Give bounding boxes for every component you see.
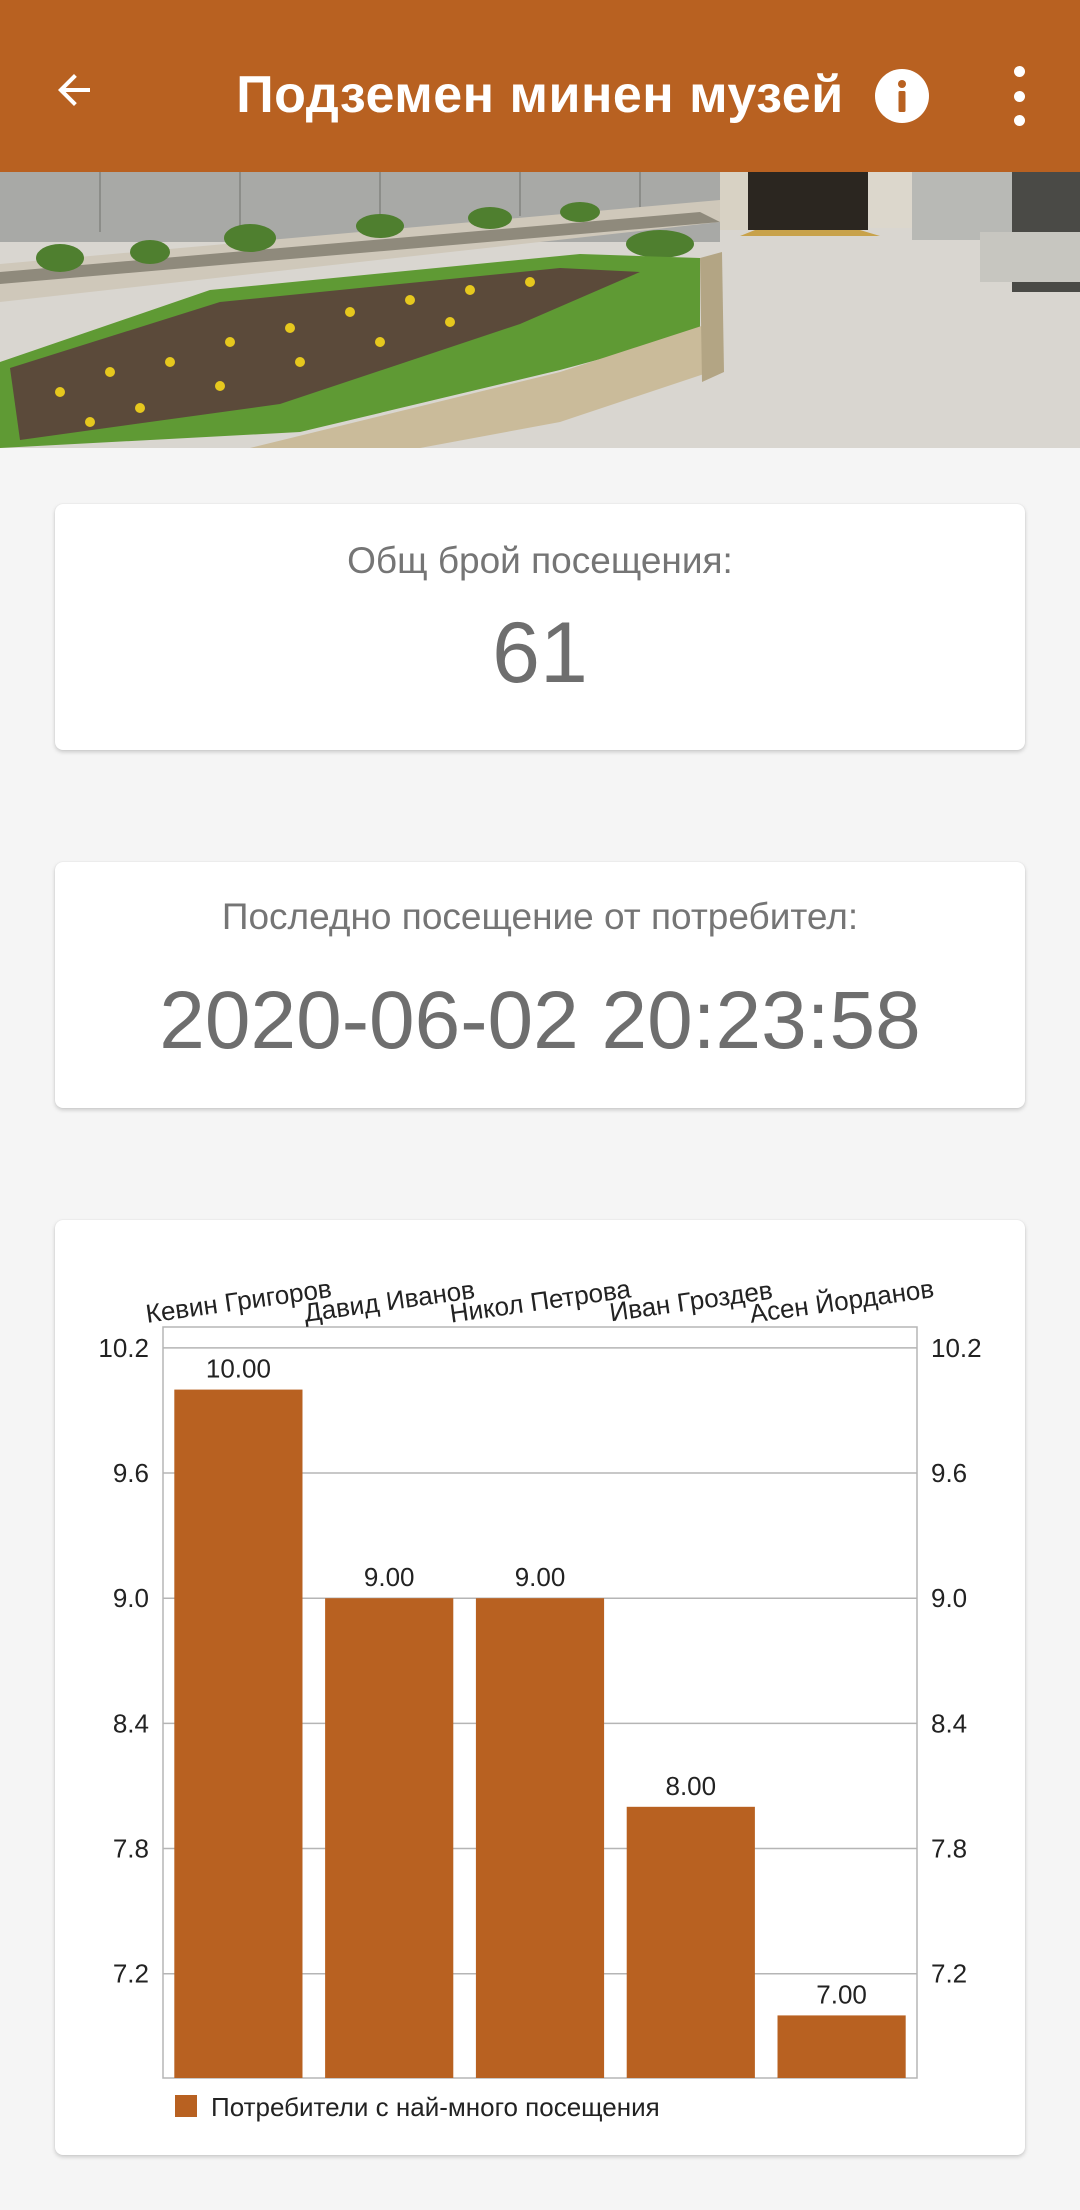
hero-image	[0, 172, 1080, 448]
bar-value-label: 10.00	[206, 1354, 271, 1384]
legend-label: Потребители с най-много посещения	[211, 2092, 660, 2122]
bar	[325, 1598, 454, 2078]
y-tick-left-label: 8.4	[113, 1708, 149, 1738]
top-users-bar-chart: 7.2 7.2 7.8 7.8 8.4 8.4 9.0 9.0 9.6 9.6 10.2 10.2 10…	[98, 1273, 982, 2122]
more-vert-icon	[1013, 66, 1025, 77]
bar-value-label: 9.00	[364, 1562, 415, 1592]
info-button[interactable]	[874, 68, 930, 124]
total-visits-card: Общ брой посещения: 61	[55, 504, 1025, 750]
total-visits-label: Общ брой посещения:	[347, 540, 733, 581]
y-tick-right-label: 7.2	[931, 1959, 967, 1989]
bar-value-label: 8.00	[665, 1771, 716, 1801]
bar-value-label: 9.00	[515, 1562, 566, 1592]
bar	[777, 2015, 906, 2078]
bar	[626, 1806, 755, 2078]
total-visits-value: 61	[492, 605, 588, 701]
info-icon	[875, 69, 929, 123]
bar	[174, 1389, 303, 2078]
y-tick-left-label: 10.2	[98, 1333, 149, 1363]
bar-value-label: 7.00	[816, 1979, 867, 2009]
y-tick-right-label: 10.2	[931, 1333, 982, 1363]
y-tick-left-label: 7.8	[113, 1834, 149, 1864]
bar	[475, 1598, 605, 2078]
last-visit-card: Последно посещение от потребител: 2020-0…	[55, 862, 1025, 1108]
y-tick-right-label: 8.4	[931, 1708, 967, 1738]
category-label: Асен Йорданов	[748, 1273, 936, 1329]
top-users-chart-card: 7.2 7.2 7.8 7.8 8.4 8.4 9.0 9.0 9.6 9.6 10.2 10.2 10…	[55, 1220, 1025, 2155]
y-tick-left-label: 7.2	[113, 1959, 149, 1989]
category-label: Никол Петрова	[448, 1273, 633, 1328]
last-visit-label: Последно посещение от потребител:	[221, 896, 859, 937]
app-bar: Подземен минен музей	[0, 0, 1080, 172]
y-tick-left-label: 9.6	[113, 1458, 149, 1488]
y-tick-left-label: 9.0	[113, 1583, 149, 1613]
y-tick-right-label: 9.6	[931, 1458, 967, 1488]
y-tick-right-label: 7.8	[931, 1834, 967, 1864]
y-tick-right-label: 9.0	[931, 1583, 967, 1613]
legend-swatch	[175, 2095, 197, 2117]
last-visit-value: 2020-06-02 20:23:58	[159, 975, 921, 1066]
more-options-button[interactable]	[996, 66, 1042, 126]
